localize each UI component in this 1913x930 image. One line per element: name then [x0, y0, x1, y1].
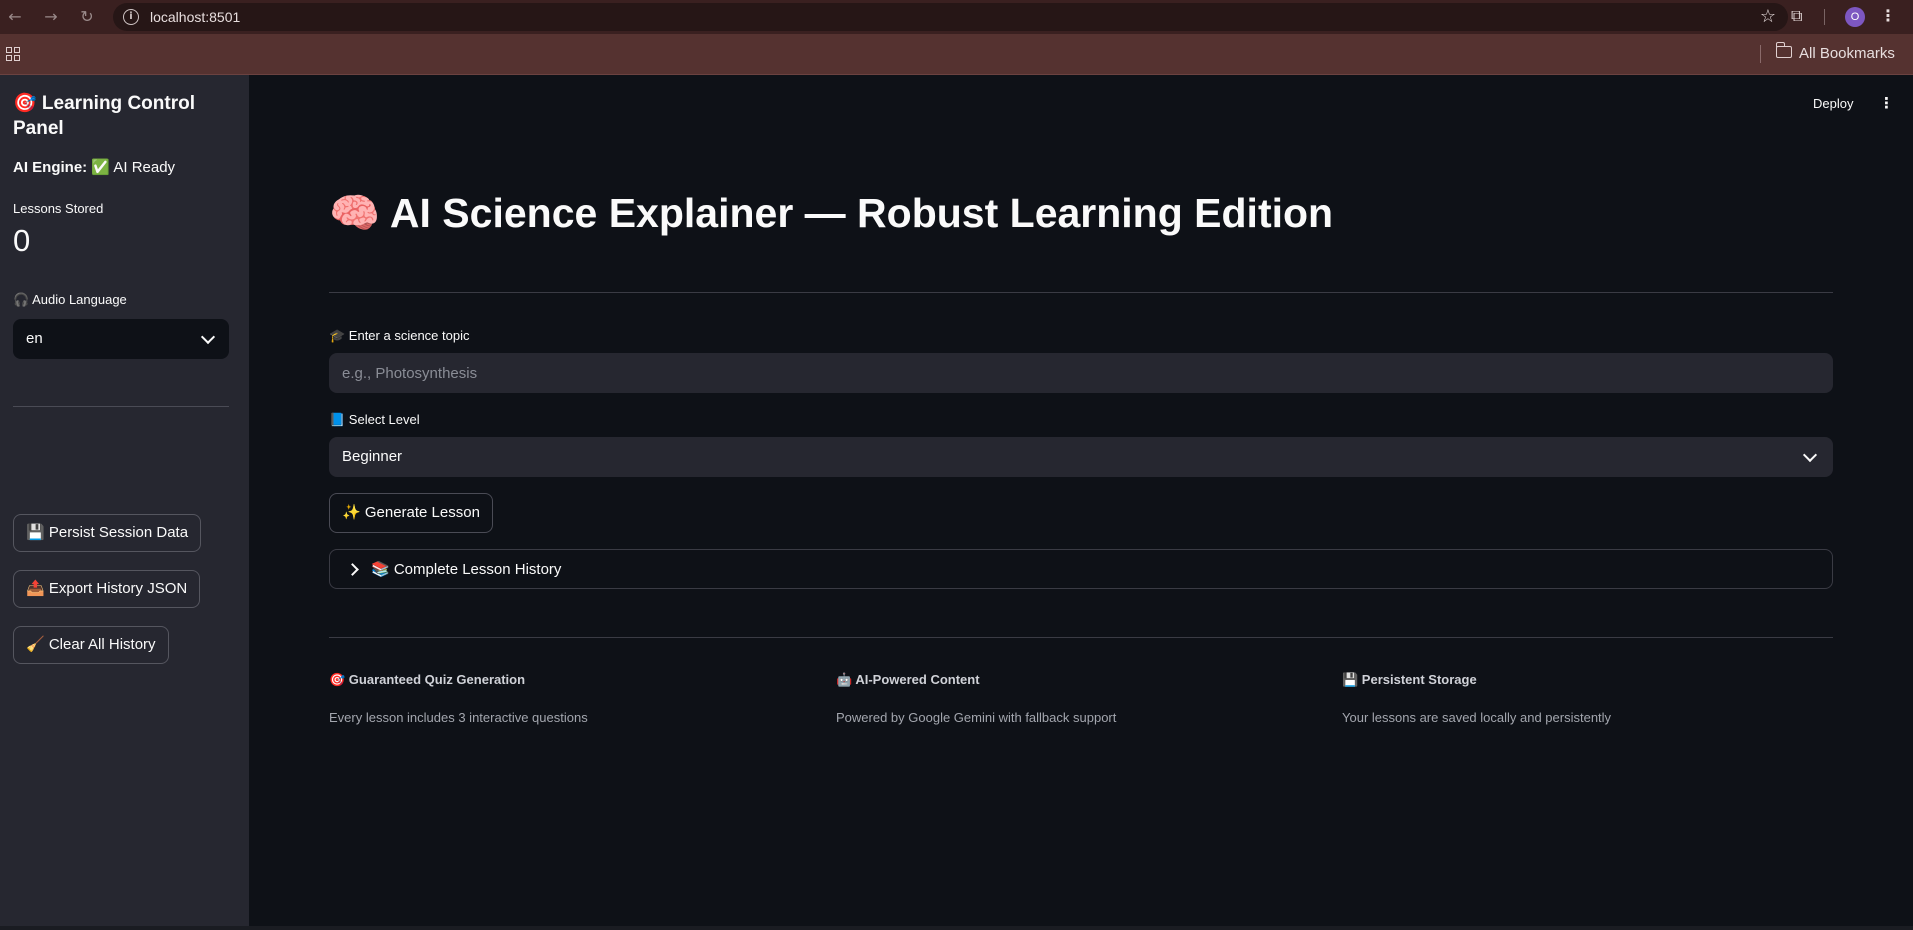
feature-title-ai: 🤖 AI-Powered Content — [836, 672, 980, 687]
chevron-right-icon — [346, 563, 359, 576]
audio-language-value: en — [26, 330, 43, 347]
lessons-stored-label: Lessons Stored — [13, 201, 104, 216]
page-title: 🧠 AI Science Explainer — Robust Learning… — [329, 190, 1334, 236]
address-bar[interactable]: i localhost:8501 ☆ — [113, 3, 1788, 31]
lesson-history-expander[interactable]: 📚 Complete Lesson History — [329, 549, 1833, 589]
browser-toolbar: ← → ↻ i localhost:8501 ☆ ⧉ O ⋮ — [0, 0, 1913, 34]
back-icon[interactable]: ← — [5, 7, 25, 27]
audio-language-label: 🎧 Audio Language — [13, 292, 127, 307]
url-text[interactable]: localhost:8501 — [150, 9, 240, 25]
bookmarks-bar: All Bookmarks — [0, 34, 1913, 75]
forward-icon[interactable]: → — [41, 7, 61, 27]
generate-lesson-button[interactable]: ✨ Generate Lesson — [329, 493, 493, 533]
topic-label: 🎓 Enter a science topic — [329, 328, 470, 343]
feature-desc-ai: Powered by Google Gemini with fallback s… — [836, 710, 1117, 725]
bookmarks-divider — [1760, 45, 1761, 63]
chevron-down-icon — [200, 329, 216, 345]
all-bookmarks-link[interactable]: All Bookmarks — [1799, 45, 1895, 62]
extensions-icon[interactable]: ⧉ — [1791, 6, 1811, 26]
lesson-history-label: 📚 Complete Lesson History — [371, 561, 562, 578]
lessons-stored-value: 0 — [13, 223, 31, 258]
ai-engine-label: AI Engine: — [13, 159, 88, 176]
feature-desc-quiz: Every lesson includes 3 interactive ques… — [329, 710, 588, 725]
level-value: Beginner — [342, 448, 403, 465]
folder-icon[interactable] — [1775, 42, 1792, 58]
apps-icon[interactable] — [6, 47, 20, 61]
sidebar-divider — [13, 406, 229, 407]
star-icon[interactable]: ☆ — [1760, 6, 1776, 27]
sidebar-title: 🎯 Learning Control Panel — [13, 93, 195, 139]
ai-engine-value: ✅ AI Ready — [91, 159, 176, 176]
clear-history-button[interactable]: 🧹 Clear All History — [13, 626, 169, 664]
features-divider — [329, 637, 1833, 638]
toolbar-divider — [1824, 9, 1825, 25]
profile-avatar[interactable]: O — [1845, 7, 1865, 27]
main-menu-icon[interactable]: ⋮ — [1879, 94, 1894, 112]
level-select[interactable]: Beginner — [329, 437, 1833, 477]
reload-icon[interactable]: ↻ — [77, 7, 97, 27]
ai-engine-status: AI Engine: ✅ AI Ready — [13, 158, 175, 176]
feature-desc-storage: Your lessons are saved locally and persi… — [1342, 710, 1612, 725]
chevron-down-icon — [1802, 447, 1818, 463]
export-history-button[interactable]: 📤 Export History JSON — [13, 570, 201, 608]
title-divider — [329, 292, 1833, 293]
info-icon[interactable]: i — [123, 9, 139, 25]
feature-title-quiz: 🎯 Guaranteed Quiz Generation — [329, 672, 526, 687]
bottom-edge — [0, 926, 1913, 930]
audio-language-select[interactable]: en — [13, 319, 229, 359]
topic-input[interactable] — [329, 353, 1833, 393]
deploy-button[interactable]: Deploy — [1813, 96, 1853, 111]
persist-session-button[interactable]: 💾 Persist Session Data — [13, 514, 202, 552]
level-label: 📘 Select Level — [329, 412, 420, 427]
feature-title-storage: 💾 Persistent Storage — [1342, 672, 1477, 687]
menu-icon[interactable]: ⋮ — [1880, 6, 1896, 25]
